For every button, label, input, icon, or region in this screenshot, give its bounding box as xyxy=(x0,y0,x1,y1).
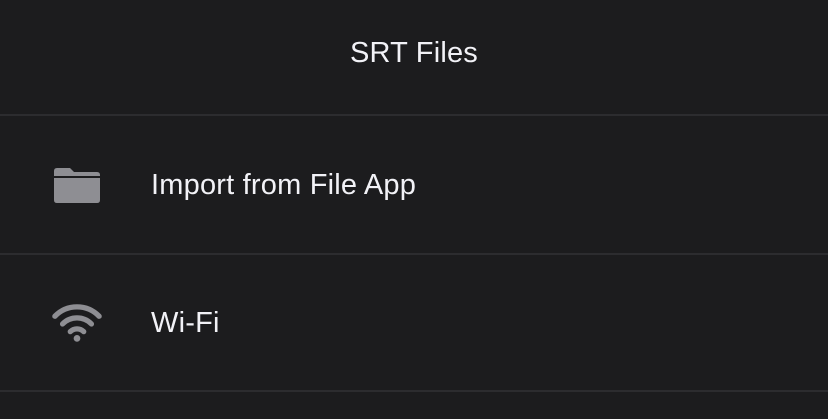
sheet-header: SRT Files xyxy=(0,0,828,115)
sheet-title: SRT Files xyxy=(349,37,479,69)
row-divider xyxy=(0,390,828,392)
menu-item-label: Wi-Fi xyxy=(151,306,220,339)
srt-files-sheet: SRT Files Import from File App Wi-Fi xyxy=(0,0,828,419)
menu-item-wifi[interactable]: Wi-Fi xyxy=(0,255,828,391)
folder-icon xyxy=(52,164,102,206)
wifi-icon xyxy=(52,302,102,344)
menu-item-import-from-file-app[interactable]: Import from File App xyxy=(0,117,828,253)
menu-item-label: Import from File App xyxy=(151,168,417,201)
header-divider xyxy=(0,114,828,116)
